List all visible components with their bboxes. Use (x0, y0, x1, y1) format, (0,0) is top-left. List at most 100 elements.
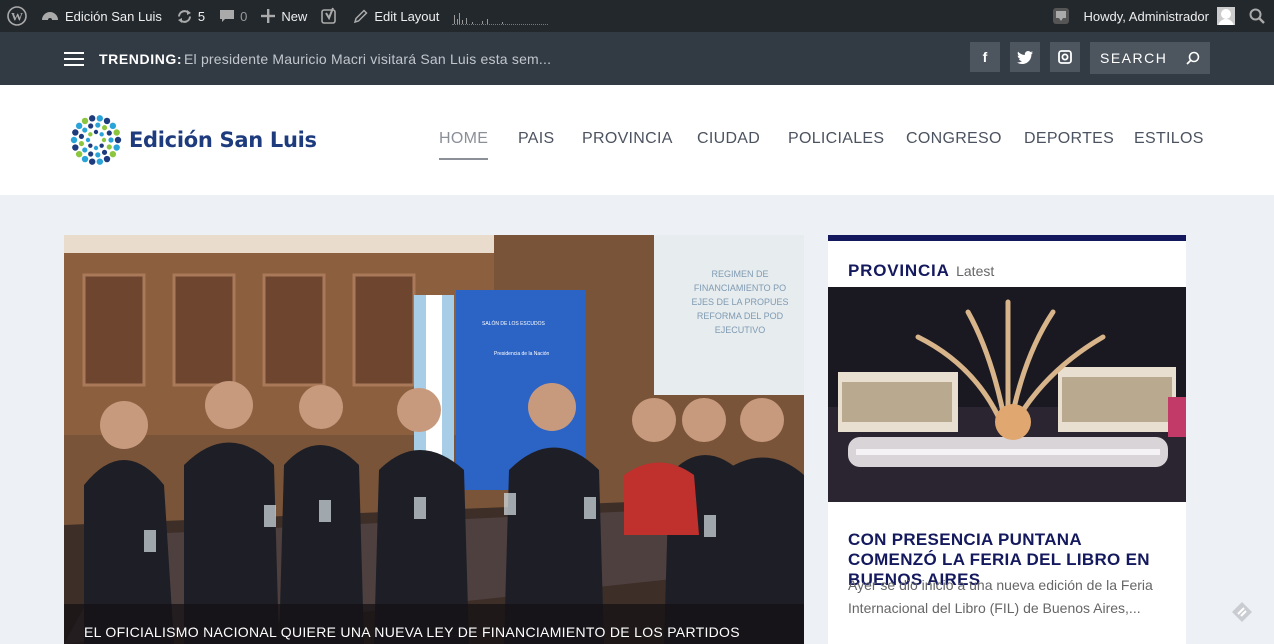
svg-text:EJECUTIVO: EJECUTIVO (715, 325, 766, 335)
logo-dot (88, 115, 96, 122)
logo-dot (78, 140, 85, 147)
logo-dot (103, 117, 111, 125)
logo-dot (108, 137, 114, 143)
nav-item-estilos[interactable]: ESTILOS (1134, 130, 1204, 148)
logo-dot (95, 122, 101, 128)
nav-item-ciudad[interactable]: CIUDAD (697, 130, 760, 148)
logo-dot (88, 143, 93, 148)
updates-count: 5 (197, 8, 206, 24)
edit-layout-link[interactable]: Edit Layout (346, 0, 446, 32)
svg-text:REFORMA DEL POD: REFORMA DEL POD (697, 311, 784, 321)
logo-dot (78, 133, 85, 140)
logo-dot (88, 151, 94, 157)
logo-dot (72, 144, 79, 151)
logo-dot (106, 144, 112, 150)
logo-dot (103, 155, 111, 163)
category-article-excerpt: Ayer se dio inicio a una nueva edición d… (848, 577, 1153, 616)
site-header: Edición San Luis HOME PAIS PROVINCIA CIU… (0, 85, 1274, 195)
nav-item-home[interactable]: HOME (439, 130, 489, 160)
avatar (1217, 7, 1235, 25)
search-icon[interactable] (1186, 51, 1200, 65)
logo-dot (75, 122, 83, 130)
logo-dot (101, 149, 108, 155)
yoast-seo-link[interactable] (314, 0, 346, 32)
comment-icon (220, 9, 235, 22)
category-title[interactable]: PROVINCIA (848, 261, 950, 280)
category-widget-header: PROVINCIA Latest (848, 261, 994, 281)
account-menu[interactable]: Howdy, Administrador (1077, 0, 1242, 32)
featured-article[interactable]: REGIMEN DE FINANCIAMIENTO PO EJES DE LA … (64, 235, 804, 644)
traffic-sparkline[interactable] (452, 7, 549, 25)
menu-toggle-icon[interactable] (64, 52, 84, 66)
logo-dot (88, 123, 94, 129)
site-name-label: Edición San Luis (65, 8, 162, 24)
category-subtitle: Latest (956, 263, 995, 279)
nav-item-congreso[interactable]: CONGRESO (906, 130, 1002, 148)
search-placeholder: SEARCH (1100, 50, 1168, 66)
edit-layout-label: Edit Layout (374, 8, 440, 24)
nav-item-deportes[interactable]: DEPORTES (1024, 130, 1114, 148)
logo-dot (93, 129, 99, 135)
logo-dot (101, 125, 108, 131)
logo-dot (113, 129, 120, 136)
howdy-label: Howdy, Administrador (1083, 8, 1209, 24)
logo-dot (113, 144, 120, 151)
nav-item-pais[interactable]: PAIS (518, 130, 554, 148)
svg-text:SALÓN DE LOS ESCUDOS: SALÓN DE LOS ESCUDOS (482, 320, 545, 327)
updates-link[interactable]: 5 (169, 0, 212, 32)
new-content-link[interactable]: New (254, 0, 314, 32)
logo-emblem-icon (70, 115, 122, 165)
site-name-link[interactable]: Edición San Luis (34, 0, 169, 32)
logo-dot (75, 150, 83, 158)
logo-dot (109, 122, 117, 130)
trending-label: TRENDING: (99, 51, 183, 67)
logo-dot (96, 158, 104, 165)
logo-dot (72, 129, 79, 136)
svg-text:Presidencia de la Nación: Presidencia de la Nación (494, 351, 550, 357)
logo-dot (95, 152, 101, 158)
pencil-icon (354, 8, 368, 23)
svg-text:W: W (11, 10, 23, 24)
instagram-icon[interactable] (1050, 42, 1080, 72)
admin-bar: W Edición San Luis 5 0 New Edit Layout H… (0, 0, 1274, 32)
featured-article-title[interactable]: EL OFICIALISMO NACIONAL QUIERE UNA NUEVA… (84, 624, 740, 640)
wordpress-logo-icon[interactable]: W (0, 0, 34, 32)
nav-item-policiales[interactable]: POLICIALES (788, 130, 884, 148)
logo-dot (88, 132, 93, 137)
logo-dot (88, 158, 96, 165)
logo-dot (96, 115, 104, 122)
logo-dot (81, 117, 89, 125)
notifications-icon[interactable] (1045, 0, 1077, 32)
featured-article-image: REGIMEN DE FINANCIAMIENTO PO EJES DE LA … (64, 235, 804, 644)
search-input[interactable]: SEARCH (1090, 42, 1210, 74)
twitter-icon[interactable] (1010, 42, 1040, 72)
admin-search-icon[interactable] (1242, 0, 1274, 32)
svg-text:EJES DE LA PROPUES: EJES DE LA PROPUES (691, 297, 788, 307)
logo-dot (81, 155, 89, 163)
new-label: New (281, 8, 308, 24)
logo-dot (106, 130, 112, 136)
svg-text:FINANCIAMIENTO PO: FINANCIAMIENTO PO (694, 283, 786, 293)
comments-link[interactable]: 0 (212, 0, 254, 32)
plus-icon (261, 9, 276, 23)
logo-dot (99, 143, 104, 148)
logo-dot (85, 137, 91, 143)
category-article-image[interactable] (828, 287, 1186, 502)
logo-dot (70, 136, 78, 144)
logo-dot (82, 127, 88, 133)
dashboard-icon (42, 12, 58, 22)
edit-shortcut-icon[interactable] (1230, 600, 1254, 629)
site-logo[interactable]: Edición San Luis (66, 111, 317, 169)
facebook-glyph: f (982, 49, 988, 65)
logo-dot (93, 145, 99, 151)
comments-count: 0 (240, 8, 248, 24)
trending-bar: TRENDING: El presidente Mauricio Macri v… (0, 32, 1274, 85)
nav-item-provincia[interactable]: PROVINCIA (582, 130, 673, 148)
logo-dot (101, 137, 107, 143)
yoast-icon (321, 7, 337, 24)
facebook-icon[interactable]: f (970, 42, 1000, 72)
logo-dot (109, 150, 117, 158)
logo-dot (82, 147, 88, 153)
trending-headline-link[interactable]: El presidente Mauricio Macri visitará Sa… (184, 51, 551, 67)
logo-text: Edición San Luis (129, 128, 317, 152)
